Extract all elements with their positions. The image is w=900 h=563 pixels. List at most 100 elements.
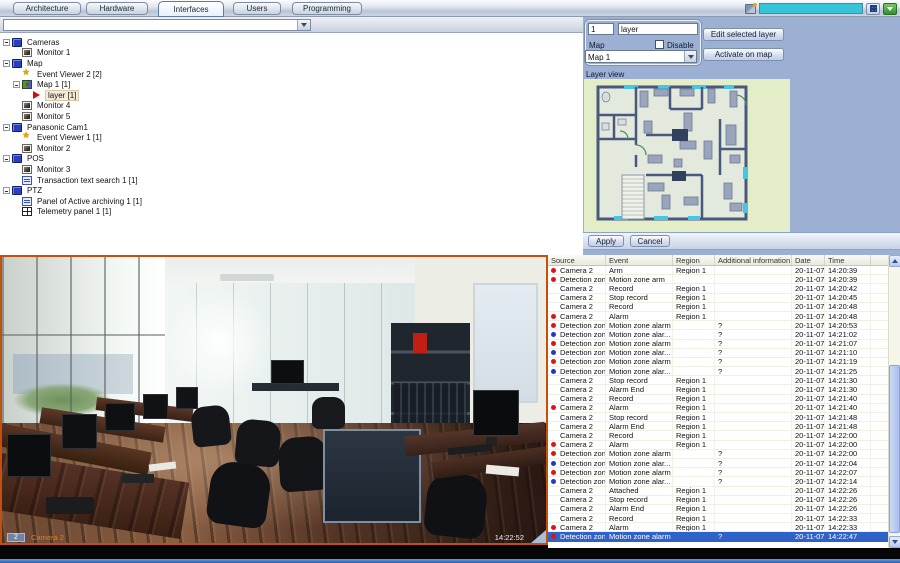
collapse-icon[interactable] xyxy=(3,187,10,194)
tree-item[interactable]: Transaction text search 1 [1] xyxy=(0,175,583,186)
activate-on-map-button[interactable]: Activate on map xyxy=(703,48,784,61)
collapse-icon[interactable] xyxy=(13,81,20,88)
tree-item[interactable]: Monitor 1 xyxy=(0,48,583,59)
log-row[interactable]: Detection zon...Motion zone alar...?20-1… xyxy=(548,367,888,376)
tree-item[interactable]: PTZ xyxy=(0,185,583,196)
tree-item[interactable]: Panasonic Cam1 xyxy=(0,122,583,133)
log-row[interactable]: Camera 2ArmRegion 120-11-0714:20:39 xyxy=(548,266,888,275)
log-row[interactable]: Camera 2RecordRegion 120-11-0714:20:42 xyxy=(548,284,888,293)
object-combobox[interactable] xyxy=(3,19,311,31)
camera-view[interactable]: 2 Camera 2 14:22:52 xyxy=(0,255,548,545)
log-cell: 20-11-07 xyxy=(792,514,825,522)
log-cell-filler xyxy=(871,284,888,292)
layer-view-label: Layer view xyxy=(586,70,624,79)
log-cell: Camera 2 xyxy=(548,413,606,421)
edit-selected-layer-button[interactable]: Edit selected layer xyxy=(703,28,784,41)
keypad-button[interactable] xyxy=(866,3,880,15)
apply-dropdown-button[interactable] xyxy=(883,3,897,15)
tab-programming[interactable]: Programming xyxy=(292,2,362,15)
log-cell xyxy=(673,340,715,348)
log-cell: 14:22:07 xyxy=(825,468,871,476)
log-row[interactable]: Camera 2AlarmRegion 120-11-0714:20:48 xyxy=(548,312,888,321)
spacer xyxy=(13,208,20,215)
tree-item[interactable]: Monitor 5 xyxy=(0,111,583,122)
log-row[interactable]: Detection zon...Motion zone alarm?20-11-… xyxy=(548,468,888,477)
tab-architecture[interactable]: Architecture xyxy=(13,2,81,15)
log-row[interactable]: Camera 2AlarmRegion 120-11-0714:22:33 xyxy=(548,523,888,532)
column-header[interactable]: Source xyxy=(548,255,606,265)
log-row[interactable]: Detection zon...Motion zone alarm?20-11-… xyxy=(548,340,888,349)
collapse-icon[interactable] xyxy=(3,155,10,162)
apply-button[interactable]: Apply xyxy=(588,235,624,247)
column-header[interactable]: Event xyxy=(606,255,673,265)
log-row[interactable]: Camera 2RecordRegion 120-11-0714:22:33 xyxy=(548,514,888,523)
tree-item[interactable]: Monitor 4 xyxy=(0,101,583,112)
combobox-dropdown-button[interactable] xyxy=(297,20,310,30)
log-row[interactable]: Detection zon...Motion zone alarm?20-11-… xyxy=(548,321,888,330)
log-cell: Motion zone alar... xyxy=(606,459,673,467)
log-row[interactable]: Camera 2Alarm EndRegion 120-11-0714:21:3… xyxy=(548,385,888,394)
log-row[interactable]: Camera 2Stop recordRegion 120-11-0714:21… xyxy=(548,376,888,385)
log-row[interactable]: Camera 2Stop recordRegion 120-11-0714:21… xyxy=(548,413,888,422)
layer-number-field[interactable]: 1 xyxy=(588,23,614,35)
layer-name-field[interactable]: layer xyxy=(618,23,698,35)
log-cell: ? xyxy=(715,330,792,338)
log-cell: Region 1 xyxy=(673,312,715,320)
column-header[interactable]: Additional information xyxy=(715,255,792,265)
log-row[interactable]: Detection zon...Motion zone alarm?20-11-… xyxy=(548,358,888,367)
tab-users[interactable]: Users xyxy=(233,2,281,15)
scroll-down-button[interactable] xyxy=(889,536,900,548)
tree-item[interactable]: Telemetry panel 1 [1] xyxy=(0,207,583,218)
tree-item[interactable]: layer [1] xyxy=(0,90,583,101)
log-row[interactable]: Camera 2RecordRegion 120-11-0714:22:00 xyxy=(548,431,888,440)
log-row[interactable]: Detection zon...Motion zone alar...?20-1… xyxy=(548,477,888,486)
tree-item[interactable]: POS xyxy=(0,154,583,165)
collapse-icon[interactable] xyxy=(3,39,10,46)
log-cell-filler xyxy=(871,404,888,412)
tree-item[interactable]: Event Viewer 1 [1] xyxy=(0,132,583,143)
log-row[interactable]: Camera 2Alarm EndRegion 120-11-0714:22:2… xyxy=(548,505,888,514)
log-cell xyxy=(673,450,715,458)
status-field[interactable] xyxy=(759,3,863,14)
tree-item[interactable]: Monitor 2 xyxy=(0,143,583,154)
log-row[interactable]: Detection zon...Motion zone alar...?20-1… xyxy=(548,349,888,358)
disable-checkbox[interactable] xyxy=(655,40,664,49)
tab-interfaces[interactable]: Interfaces xyxy=(158,1,224,17)
tree-item[interactable]: Event Viewer 2 [2] xyxy=(0,69,583,80)
log-row[interactable]: Detection zon...Motion zone arm20-11-071… xyxy=(548,275,888,284)
log-row[interactable]: Detection zon...Motion zone alarm?20-11-… xyxy=(548,450,888,459)
log-row[interactable]: Camera 2RecordRegion 120-11-0714:21:40 xyxy=(548,395,888,404)
tree-item[interactable]: Map 1 [1] xyxy=(0,79,583,90)
tab-hardware[interactable]: Hardware xyxy=(86,2,148,15)
log-cell-filler xyxy=(871,321,888,329)
log-row[interactable]: Camera 2Stop recordRegion 120-11-0714:22… xyxy=(548,496,888,505)
log-row[interactable]: Camera 2Alarm EndRegion 120-11-0714:21:4… xyxy=(548,422,888,431)
scrollbar-thumb[interactable] xyxy=(889,365,900,533)
event-log-scrollbar[interactable] xyxy=(888,255,900,548)
log-row[interactable]: Camera 2Stop recordRegion 120-11-0714:20… xyxy=(548,294,888,303)
collapse-icon[interactable] xyxy=(3,60,10,67)
column-header[interactable]: Region xyxy=(673,255,715,265)
log-cell xyxy=(715,303,792,311)
log-row[interactable]: Detection zon...Motion zone alarm?20-11-… xyxy=(548,532,888,541)
cancel-button[interactable]: Cancel xyxy=(630,235,670,247)
log-row[interactable]: Camera 2RecordRegion 120-11-0714:20:48 xyxy=(548,303,888,312)
log-row[interactable]: Camera 2AlarmRegion 120-11-0714:22:00 xyxy=(548,441,888,450)
map-combobox[interactable]: Map 1 xyxy=(585,50,697,63)
log-row[interactable]: Camera 2AttachedRegion 120-11-0714:22:26 xyxy=(548,487,888,496)
tree-item[interactable]: Monitor 3 xyxy=(0,164,583,175)
log-row[interactable]: Detection zon...Motion zone alar...?20-1… xyxy=(548,459,888,468)
tree-item[interactable]: Cameras xyxy=(0,37,583,48)
map-combobox-dropdown-button[interactable] xyxy=(684,51,696,62)
tree-item[interactable]: Panel of Active archiving 1 [1] xyxy=(0,196,583,207)
column-header[interactable]: Date xyxy=(792,255,825,265)
log-row[interactable]: Detection zon...Motion zone alar...?20-1… xyxy=(548,330,888,339)
collapse-icon[interactable] xyxy=(3,124,10,131)
scroll-up-button[interactable] xyxy=(889,255,900,267)
layer-view-preview[interactable] xyxy=(584,79,790,232)
log-cell: 14:21:02 xyxy=(825,330,871,338)
tree-item[interactable]: Map xyxy=(0,58,583,69)
log-row[interactable]: Camera 2AlarmRegion 120-11-0714:21:40 xyxy=(548,404,888,413)
column-header[interactable]: Time xyxy=(825,255,871,265)
alarm-red-icon xyxy=(551,340,558,347)
